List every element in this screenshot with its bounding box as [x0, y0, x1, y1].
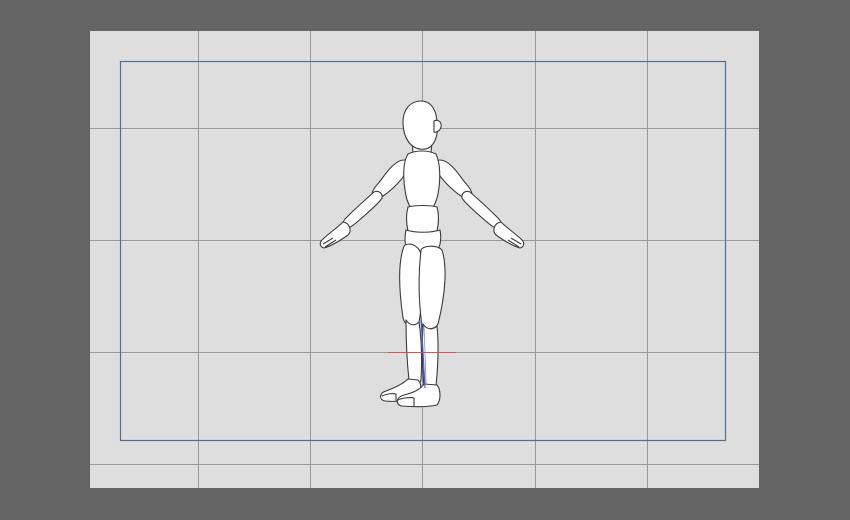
chest[interactable] — [403, 150, 441, 209]
head[interactable] — [402, 100, 438, 150]
workspace — [0, 0, 850, 520]
drawing-canvas[interactable] — [0, 0, 850, 520]
waist[interactable] — [405, 204, 440, 234]
